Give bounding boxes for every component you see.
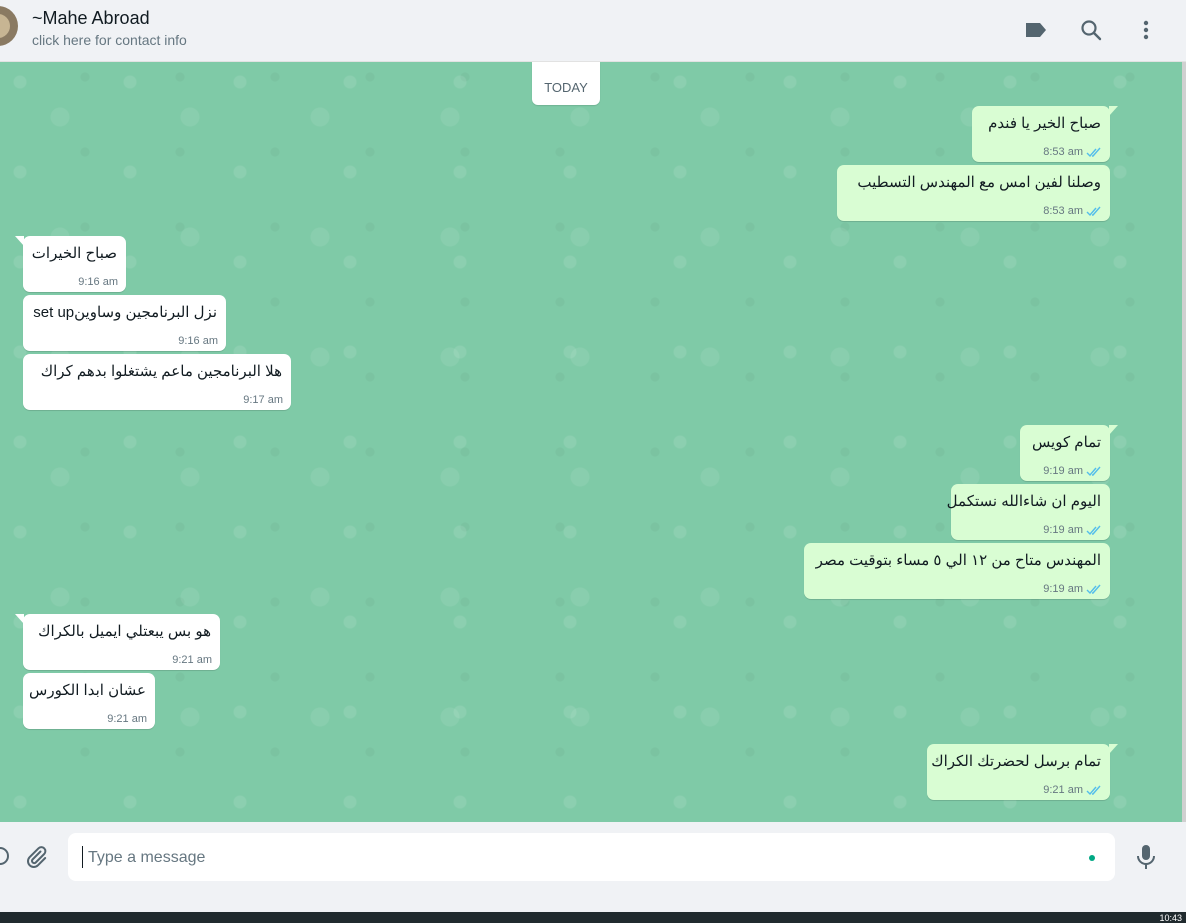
composer-bar bbox=[0, 822, 1186, 892]
search-icon[interactable] bbox=[1077, 16, 1105, 44]
message-meta: 9:16 am bbox=[78, 276, 118, 288]
message-meta: 9:19 am bbox=[1043, 465, 1102, 477]
message-time: 9:16 am bbox=[78, 276, 118, 288]
bubble-tail bbox=[1109, 744, 1118, 754]
message-text: اليوم ان شاءالله نستكمل bbox=[946, 493, 1101, 510]
message-text: وصلنا لفين امس مع المهندس التسطيب bbox=[857, 174, 1101, 191]
message-time: 9:16 am bbox=[178, 335, 218, 347]
incoming-message[interactable]: عشان ابدا الكورس 9:21 am bbox=[23, 673, 155, 729]
read-receipt-icon bbox=[1086, 147, 1101, 157]
message-text: تمام كويس bbox=[1031, 434, 1101, 451]
message-meta: 9:21 am bbox=[172, 654, 212, 666]
message-meta: 9:19 am bbox=[1043, 583, 1102, 595]
label-icon[interactable] bbox=[1022, 16, 1050, 44]
read-receipt-icon bbox=[1086, 785, 1101, 795]
message-text: هو بس يبعتلي ايميل بالكراك bbox=[38, 623, 211, 640]
message-time: 8:53 am bbox=[1043, 146, 1083, 158]
message-time: 9:19 am bbox=[1043, 583, 1083, 595]
outgoing-message[interactable]: تمام برسل لحضرتك الكراك 9:21 am bbox=[927, 744, 1118, 800]
message-time: 8:53 am bbox=[1043, 205, 1083, 217]
date-separator: TODAY bbox=[532, 62, 600, 105]
message-text: صباح الخير يا فندم bbox=[988, 115, 1101, 132]
outgoing-message[interactable]: اليوم ان شاءالله نستكمل 9:19 am bbox=[946, 484, 1110, 540]
outgoing-message[interactable]: المهندس متاح من ١٢ الي ٥ مساء بتوقيت مصر… bbox=[804, 543, 1110, 599]
message-input[interactable] bbox=[86, 833, 1080, 883]
message-time: 9:21 am bbox=[1043, 784, 1083, 796]
message-meta: 9:21 am bbox=[107, 713, 147, 725]
label-icon-svg bbox=[1026, 23, 1046, 37]
read-receipt-icon bbox=[1086, 206, 1101, 216]
microphone-icon-svg bbox=[1137, 845, 1155, 869]
message-meta: 9:16 am bbox=[178, 335, 218, 347]
bubble-tail bbox=[15, 614, 24, 624]
incoming-message[interactable]: نزل البرنامجين وساوينset up 9:16 am bbox=[23, 295, 226, 351]
message-text: صباح الخيرات bbox=[31, 245, 117, 262]
scrollbar[interactable] bbox=[1182, 62, 1186, 822]
read-receipt-icon bbox=[1086, 466, 1101, 476]
emoji-icon-svg bbox=[0, 847, 9, 865]
message-time: 9:17 am bbox=[243, 394, 283, 406]
message-meta: 9:19 am bbox=[1043, 524, 1102, 536]
message-text: عشان ابدا الكورس bbox=[29, 682, 146, 699]
incoming-message[interactable]: هو بس يبعتلي ايميل بالكراك 9:21 am bbox=[15, 614, 220, 670]
message-time: 9:21 am bbox=[172, 654, 212, 666]
incoming-message[interactable]: صباح الخيرات 9:16 am bbox=[15, 236, 126, 292]
incoming-message[interactable]: هلا البرنامجين ماعم يشتغلوا بدهم كراك 9:1… bbox=[23, 354, 291, 410]
message-text: نزل البرنامجين وساوينset up bbox=[33, 304, 217, 321]
status-dot bbox=[1089, 855, 1095, 861]
message-input-container[interactable] bbox=[68, 833, 1115, 883]
contact-info-hint[interactable]: click here for contact info bbox=[32, 32, 187, 48]
attach-icon[interactable] bbox=[22, 843, 50, 871]
read-receipt-icon bbox=[1086, 584, 1101, 594]
message-text: هلا البرنامجين ماعم يشتغلوا بدهم كراك bbox=[40, 363, 282, 380]
menu-dots-icon-svg bbox=[1143, 20, 1149, 40]
bubble-tail bbox=[1109, 106, 1118, 116]
emoji-icon[interactable] bbox=[0, 842, 18, 870]
search-icon-svg bbox=[1081, 20, 1102, 41]
bubble-tail bbox=[15, 236, 24, 246]
chat-messages-area[interactable]: TODAY صباح الخير يا فندم 8:53 am وصلنا لفي… bbox=[0, 62, 1186, 822]
attach-icon-svg bbox=[27, 846, 47, 868]
date-label: TODAY bbox=[544, 80, 588, 95]
contact-name[interactable]: ~Mahe Abroad bbox=[32, 8, 150, 29]
outgoing-message[interactable]: صباح الخير يا فندم 8:53 am bbox=[972, 106, 1118, 162]
message-time: 9:19 am bbox=[1043, 465, 1083, 477]
outgoing-message[interactable]: تمام كويس 9:19 am bbox=[1020, 425, 1118, 481]
message-meta: 9:21 am bbox=[1043, 784, 1102, 796]
os-clock: 10:43 bbox=[1159, 913, 1182, 923]
outgoing-message[interactable]: وصلنا لفين امس مع المهندس التسطيب 8:53 am bbox=[837, 165, 1110, 221]
os-taskbar bbox=[0, 912, 1186, 923]
message-meta: 9:17 am bbox=[243, 394, 283, 406]
message-text: تمام برسل لحضرتك الكراك bbox=[931, 753, 1101, 770]
message-meta: 8:53 am bbox=[1043, 205, 1102, 217]
microphone-icon[interactable] bbox=[1132, 843, 1160, 871]
message-time: 9:19 am bbox=[1043, 524, 1083, 536]
bubble-tail bbox=[1109, 425, 1118, 435]
read-receipt-icon bbox=[1086, 525, 1101, 535]
chat-header[interactable]: ~Mahe Abroad click here for contact info bbox=[0, 0, 1186, 62]
menu-dots-icon[interactable] bbox=[1132, 16, 1160, 44]
text-cursor bbox=[82, 846, 83, 868]
message-text: المهندس متاح من ١٢ الي ٥ مساء بتوقيت مصر bbox=[815, 552, 1101, 569]
message-time: 9:21 am bbox=[107, 713, 147, 725]
message-meta: 8:53 am bbox=[1043, 146, 1102, 158]
contact-avatar[interactable] bbox=[0, 6, 18, 46]
